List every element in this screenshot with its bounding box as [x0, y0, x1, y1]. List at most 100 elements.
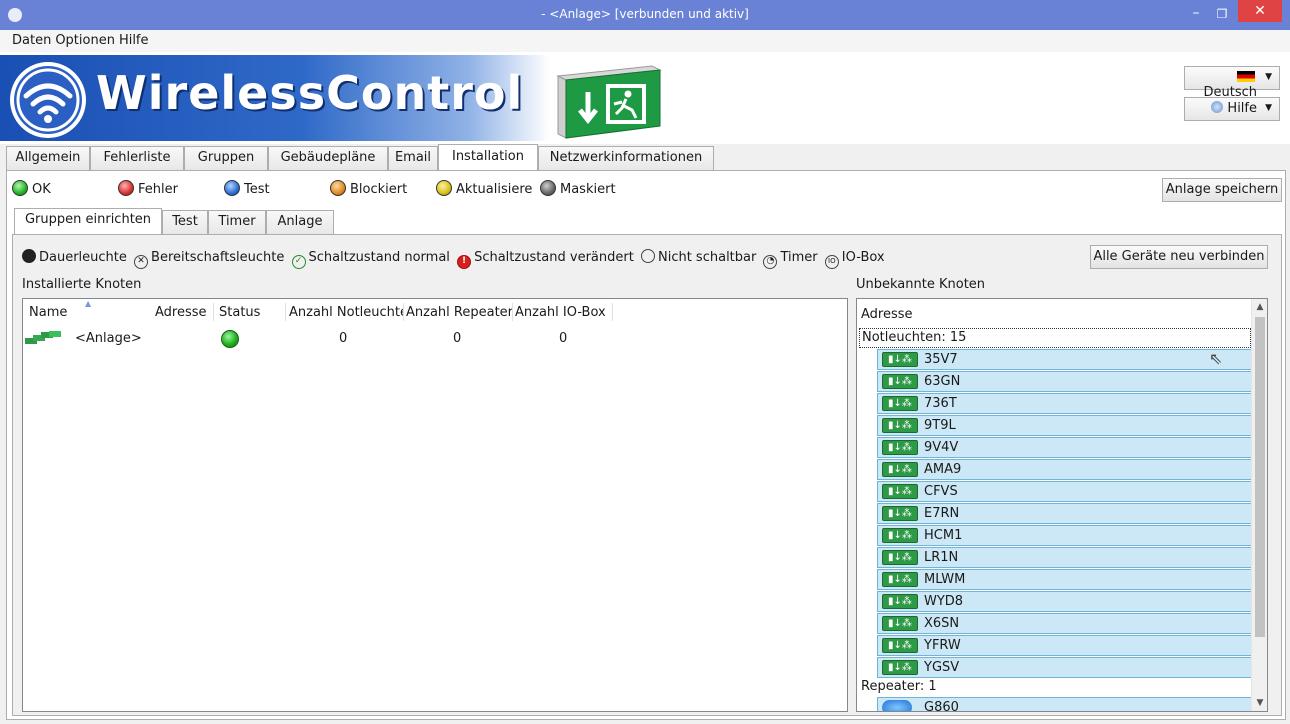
list-item[interactable]: ▮↓⁂ X6SN — [877, 613, 1253, 634]
maximize-button[interactable]: ❐ — [1210, 4, 1234, 24]
installed-nodes-table[interactable]: Name ▲ Adresse Status Anzahl Notleuchten… — [22, 298, 848, 712]
list-item[interactable]: ▮↓⁂ WYD8 — [877, 591, 1253, 612]
list-item[interactable]: ▮↓⁂ HCM1 — [877, 525, 1253, 546]
menu-optionen[interactable]: Optionen — [55, 30, 119, 48]
menu-hilfe[interactable]: Hilfe — [119, 30, 153, 48]
list-item[interactable]: ▮↓⁂ 9V4V — [877, 437, 1253, 458]
legend-io-box: IO IO-Box — [824, 250, 885, 269]
group-notleuchten[interactable]: Notleuchten: 15 — [859, 328, 1251, 348]
repeater-icon — [882, 700, 912, 711]
item-address: LR1N — [924, 550, 959, 565]
list-item[interactable]: ▮↓⁂ 9T9L — [877, 415, 1253, 436]
language-dropdown[interactable]: Deutsch ▼ — [1184, 66, 1280, 100]
column-divider[interactable] — [612, 303, 613, 321]
item-address: 63GN — [924, 374, 961, 389]
cell-name: <Anlage> — [75, 331, 142, 346]
window-title: - <Anlage> [verbunden und aktiv] — [541, 7, 749, 21]
item-address: E7RN — [924, 506, 960, 521]
blocked-dot-icon — [330, 180, 346, 196]
legend-timer-label: Timer — [780, 250, 818, 265]
col-adresse[interactable]: Adresse — [155, 305, 213, 320]
col-anzahl-iobox[interactable]: Anzahl IO-Box — [515, 305, 611, 320]
tab-fehlerliste[interactable]: Fehlerliste — [90, 146, 184, 170]
save-installation-button[interactable]: Anlage speichern — [1162, 178, 1282, 202]
item-address: 9T9L — [924, 418, 956, 433]
help-dropdown[interactable]: Hilfe ▼ — [1184, 97, 1280, 121]
cell-notleuchten: 0 — [339, 331, 348, 346]
chevron-down-icon: ▼ — [1265, 72, 1272, 82]
subtab-test[interactable]: Test — [162, 210, 208, 234]
installation-icon — [25, 331, 67, 345]
group-repeater[interactable]: Repeater: 1 — [861, 679, 937, 694]
col-status[interactable]: Status — [219, 305, 283, 320]
tab-gebaeudeplaene[interactable]: Gebäudepläne — [268, 146, 388, 170]
scroll-down-icon[interactable]: ▼ — [1252, 695, 1267, 711]
legend-blockiert-label: Blockiert — [350, 182, 408, 197]
subtab-timer[interactable]: Timer — [208, 210, 266, 234]
scrollbar-thumb[interactable] — [1255, 317, 1265, 637]
unknown-nodes-label: Unbekannte Knoten — [856, 277, 986, 292]
legend-io-box-label: IO-Box — [841, 250, 885, 265]
close-button[interactable]: ✕ — [1238, 0, 1282, 22]
exit-sign-icon: ▮↓⁂ — [882, 528, 918, 543]
dauerleuchte-icon — [22, 249, 36, 263]
col-adresse-header[interactable]: Adresse — [861, 307, 913, 322]
subtab-anlage[interactable]: Anlage — [266, 210, 334, 234]
vertical-scrollbar[interactable]: ▲ ▼ — [1251, 299, 1267, 711]
list-item[interactable]: ▮↓⁂ 736T — [877, 393, 1253, 414]
list-item[interactable]: ▮↓⁂ YGSV — [877, 657, 1253, 678]
tab-email[interactable]: Email — [388, 146, 438, 170]
list-item[interactable]: ▮↓⁂ YFRW — [877, 635, 1253, 656]
item-address: YGSV — [924, 660, 960, 675]
item-address: 35V7 — [924, 352, 958, 367]
list-item[interactable]: ▮↓⁂ E7RN — [877, 503, 1253, 524]
item-address: AMA9 — [924, 462, 962, 477]
subtab-gruppen-einrichten[interactable]: Gruppen einrichten — [14, 208, 162, 234]
bereitschaftsleuchte-icon: ✕ — [134, 255, 149, 269]
exit-sign-icon: ▮↓⁂ — [882, 638, 918, 653]
wifi-logo-icon — [10, 62, 86, 138]
chevron-down-icon: ▼ — [1265, 103, 1272, 113]
tab-installation[interactable]: Installation — [438, 144, 538, 170]
legend-dauerleuchte: Dauerleuchte — [22, 249, 127, 265]
io-box-icon: IO — [824, 255, 839, 269]
list-item[interactable]: G860 — [877, 697, 1253, 711]
list-item[interactable]: ▮↓⁂ MLWM — [877, 569, 1253, 590]
scroll-up-icon[interactable]: ▲ — [1252, 299, 1267, 315]
exit-sign-icon: ▮↓⁂ — [882, 594, 918, 609]
legend-schaltzustand-normal: ✓ Schaltzustand normal — [291, 250, 450, 269]
tab-allgemein[interactable]: Allgemein — [6, 146, 90, 170]
list-item[interactable]: ▮↓⁂ CFVS — [877, 481, 1253, 502]
column-divider[interactable] — [285, 303, 286, 321]
exit-sign-icon: ▮↓⁂ — [882, 550, 918, 565]
test-dot-icon — [224, 180, 240, 196]
legend-fehler: Fehler — [118, 180, 178, 200]
minimize-button[interactable]: – — [1184, 4, 1208, 24]
list-item[interactable]: ▮↓⁂ 63GN — [877, 371, 1253, 392]
legend-dauerleuchte-label: Dauerleuchte — [39, 250, 127, 265]
legend-nicht-schaltbar-label: Nicht schaltbar — [657, 250, 757, 265]
column-divider[interactable] — [213, 303, 214, 321]
exit-sign-icon: ▮↓⁂ — [882, 506, 918, 521]
menu-daten[interactable]: Daten — [0, 30, 55, 48]
reconnect-all-button[interactable]: Alle Geräte neu verbinden — [1090, 245, 1268, 269]
col-anzahl-repeater[interactable]: Anzahl Repeater — [406, 305, 512, 320]
updating-dot-icon — [436, 180, 452, 196]
legend-bereitschaftsleuchte: ✕ Bereitschaftsleuchte — [134, 250, 284, 269]
legend-fehler-label: Fehler — [138, 182, 178, 197]
col-anzahl-notleuchten[interactable]: Anzahl Notleuchten — [289, 305, 403, 320]
legend-aktualisiere-label: Aktualisiere — [456, 182, 533, 197]
item-address: X6SN — [924, 616, 960, 631]
tab-gruppen[interactable]: Gruppen — [184, 146, 268, 170]
brand-title: WirelessControl — [96, 66, 524, 120]
legend-aktualisiere: Aktualisiere — [436, 180, 532, 200]
exit-sign-icon: ▮↓⁂ — [882, 374, 918, 389]
unknown-nodes-list[interactable]: Adresse Notleuchten: 15 ▮↓⁂ 35V7 ▮↓⁂ 63GN … — [856, 298, 1268, 712]
tab-netzwerkinformationen[interactable]: Netzwerkinformationen — [538, 146, 714, 170]
list-item[interactable]: ▮↓⁂ AMA9 — [877, 459, 1253, 480]
list-item[interactable]: ▮↓⁂ LR1N — [877, 547, 1253, 568]
list-item[interactable]: ▮↓⁂ 35V7 — [877, 349, 1253, 370]
ok-dot-icon — [12, 180, 28, 196]
column-divider[interactable] — [512, 303, 513, 321]
column-divider[interactable] — [403, 303, 404, 321]
